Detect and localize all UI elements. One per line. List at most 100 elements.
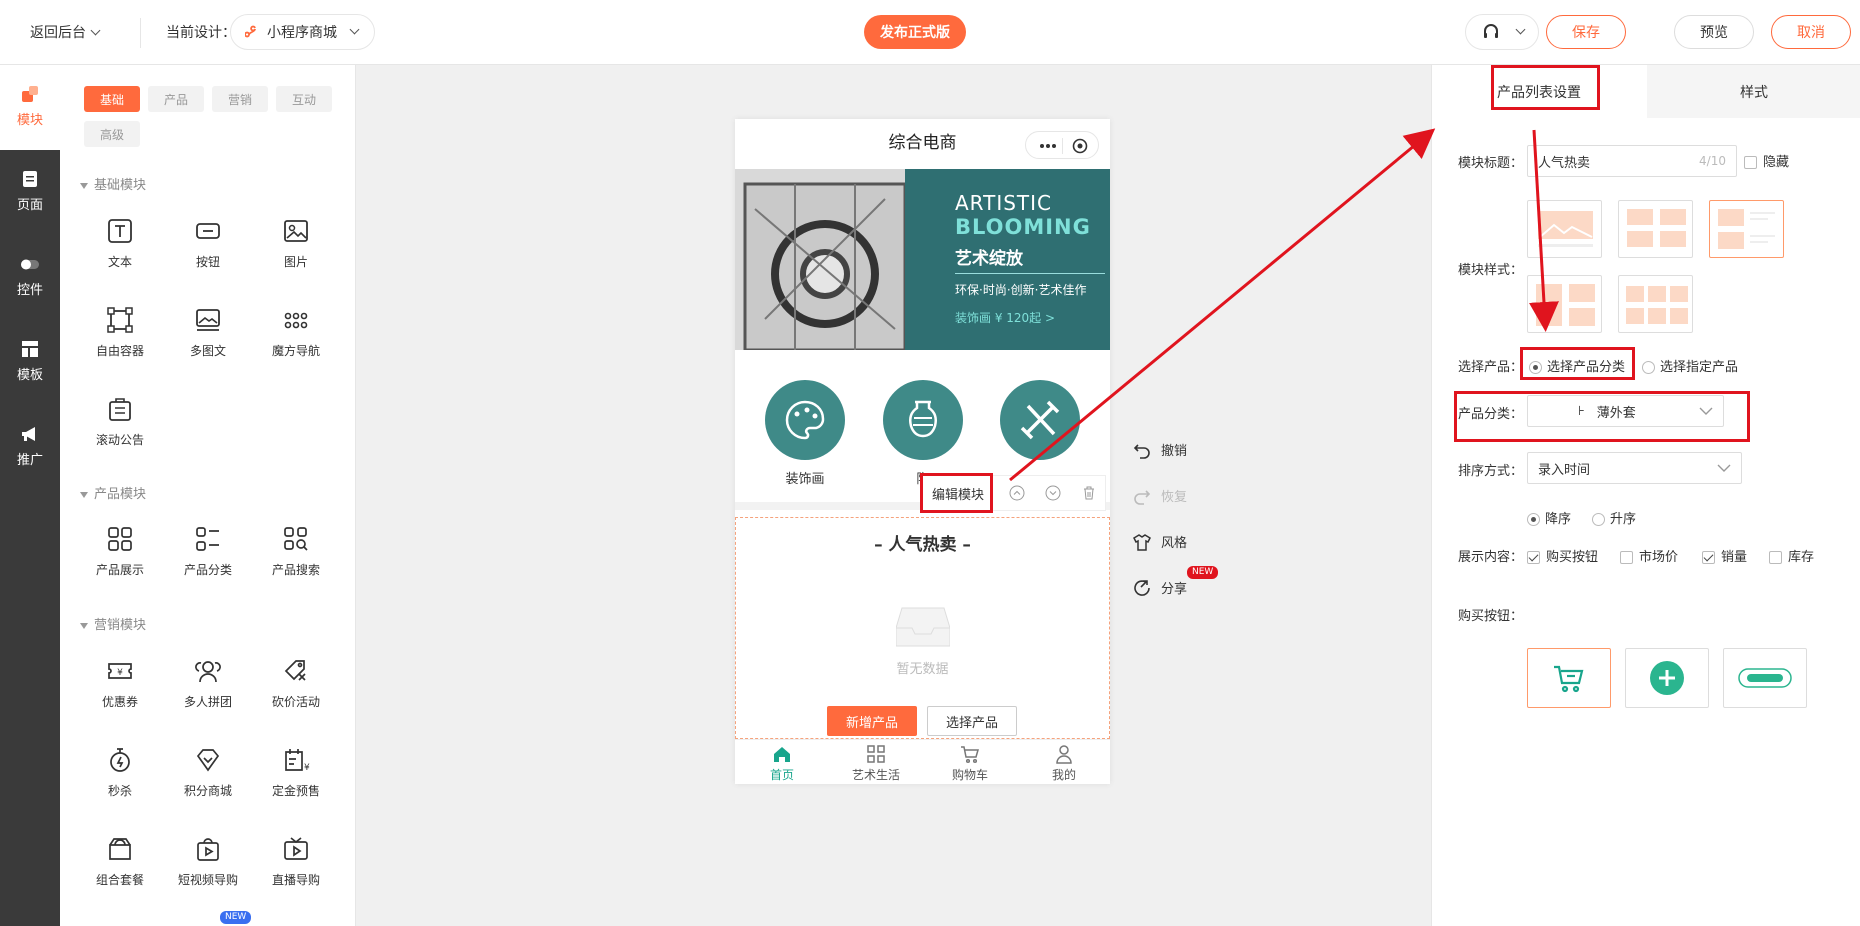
delete-icon[interactable] [1081,485,1097,501]
tab-cart[interactable]: 购物车 [923,744,1017,783]
edit-module-button[interactable]: 编辑模块 [921,484,995,503]
tab-label: 艺术生活 [851,768,900,782]
nav-label: 页面 [16,198,43,213]
nav-item-controls[interactable]: 控件 [0,253,60,298]
tab-label: 首页 [769,768,794,782]
buy-style-pill[interactable] [1723,648,1807,708]
comp-product-category[interactable]: 产品分类 [168,525,248,578]
tab-art-life[interactable]: 艺术生活 [829,744,923,783]
bag-icon [109,838,131,860]
nav-item-modules[interactable]: 模块 [0,83,60,128]
radio-select-category[interactable]: 选择产品分类 [1529,356,1625,375]
comp-cube-nav[interactable]: 魔方导航 [256,306,336,359]
comp-combo[interactable]: 组合套餐 [80,835,160,888]
undo-button[interactable]: 撤销 [1133,440,1187,459]
sort-select[interactable]: 录入时间 [1527,452,1742,484]
section-product[interactable]: 产品模块 [80,483,146,502]
design-selector[interactable]: 小程序商城 [230,14,375,50]
hide-checkbox[interactable]: 隐藏 [1744,151,1789,170]
buy-style-plus[interactable] [1625,648,1709,708]
category-item[interactable] [990,380,1090,468]
tab-style[interactable]: 样式 [1647,65,1860,118]
comp-product-display[interactable]: 产品展示 [80,525,160,578]
comp-text[interactable]: 文本 [80,217,160,270]
style-option-three-col[interactable] [1618,275,1693,333]
nav-label: 控件 [16,283,43,298]
current-design-label: 当前设计： [166,25,236,41]
category-select[interactable]: ⊦ 薄外套 [1527,395,1724,427]
comp-bargain[interactable]: 砍价活动 [256,657,336,710]
tag-interactive[interactable]: 互动 [276,86,332,112]
tag-advanced[interactable]: 高级 [84,121,140,147]
comp-multi-image-text[interactable]: 多图文 [168,306,248,359]
tab-product-list-settings[interactable]: 产品列表设置 [1432,65,1646,118]
cancel-button[interactable]: 取消 [1771,15,1851,49]
preview-button[interactable]: 预览 [1674,15,1754,49]
select-product-button[interactable]: 选择产品 [927,706,1017,736]
nav-item-promote[interactable]: 推广 [0,423,60,468]
style-option-large-image[interactable] [1527,200,1602,258]
section-marketing[interactable]: 营销模块 [80,614,146,633]
checkbox-stock[interactable]: 库存 [1769,546,1814,565]
comp-short-video[interactable]: 短视频导购 [168,835,248,888]
comp-label: 滚动公告 [95,433,144,447]
module-title-count: 4/10 [1699,154,1726,168]
nav-item-template[interactable]: 模板 [0,338,60,383]
checkbox-buy-button[interactable]: 购买按钮 [1527,546,1598,565]
image-icon [284,220,308,242]
comp-live[interactable]: 直播导购 [256,835,336,888]
comp-group-buy[interactable]: 多人拼团 [168,657,248,710]
module-title-input[interactable]: 人气热卖 4/10 [1527,145,1737,177]
comp-scroll-notice[interactable]: 滚动公告 [80,395,160,448]
support-selector[interactable] [1465,14,1539,50]
style-button[interactable]: 风格 [1133,532,1187,551]
nav-item-page[interactable]: 页面 [0,168,60,213]
mixed-style-icon [1536,284,1595,326]
add-product-button[interactable]: 新增产品 [827,706,917,736]
save-button[interactable]: 保存 [1546,15,1626,49]
comp-flash-sale[interactable]: 秒杀 [80,746,160,799]
comp-deposit-presale[interactable]: ¥ 定金预售 [256,746,336,799]
vase-icon [883,380,963,460]
banner[interactable]: ARTISTIC BLOOMING 艺术绽放 环保·时尚·创新·艺术佳作 装饰画… [735,169,1110,350]
sort-value: 录入时间 [1538,462,1591,478]
tag-basic[interactable]: 基础 [84,86,140,112]
move-up-icon[interactable] [1009,485,1025,501]
comp-label: 文本 [107,255,132,269]
tag-marketing[interactable]: 营销 [212,86,268,112]
radio-select-specific[interactable]: 选择指定产品 [1642,356,1738,375]
style-option-two-col[interactable] [1618,200,1693,258]
style-option-list[interactable] [1709,200,1784,258]
tab-home[interactable]: 首页 [735,744,829,783]
back-to-admin-button[interactable]: 返回后台 [30,22,101,42]
buy-style-cart[interactable] [1527,648,1611,708]
top-bar: 返回后台 当前设计： 小程序商城 发布正式版 保存 预览 取消 [0,0,1860,65]
style-option-mixed[interactable] [1527,275,1602,333]
grid-icon [108,527,132,551]
redo-button[interactable]: 恢复 [1133,486,1187,505]
category-item[interactable]: 陶 [873,380,973,487]
tag-product[interactable]: 产品 [148,86,204,112]
section-basic[interactable]: 基础模块 [80,174,146,193]
cursor-icon: ⊦ [1578,403,1585,419]
publish-button[interactable]: 发布正式版 [864,15,966,49]
tab-mine[interactable]: 我的 [1017,744,1111,783]
comp-free-container[interactable]: 自由容器 [80,306,160,359]
tab-label: 购物车 [951,768,988,782]
hot-products-module[interactable]: – 人气热卖 – 暂无数据 新增产品 选择产品 [735,517,1110,739]
category-list-icon [196,527,219,551]
comp-product-search[interactable]: 产品搜索 [256,525,336,578]
comp-points-mall[interactable]: 积分商城 [168,746,248,799]
category-item[interactable]: 装饰画 [755,380,855,487]
capsule-menu[interactable] [1025,131,1099,159]
comp-button[interactable]: 按钮 [168,217,248,270]
radio-order-asc[interactable]: 升序 [1592,508,1636,527]
comp-coupon[interactable]: ¥ 优惠券 [80,657,160,710]
radio-order-desc[interactable]: 降序 [1527,508,1571,527]
checkbox-sales[interactable]: 销量 [1702,546,1747,565]
move-down-icon[interactable] [1045,485,1061,501]
comp-image[interactable]: 图片 [256,217,336,270]
share-button[interactable]: 分享 [1133,578,1187,597]
checkbox-market-price[interactable]: 市场价 [1620,546,1678,565]
modules-icon [22,86,38,102]
